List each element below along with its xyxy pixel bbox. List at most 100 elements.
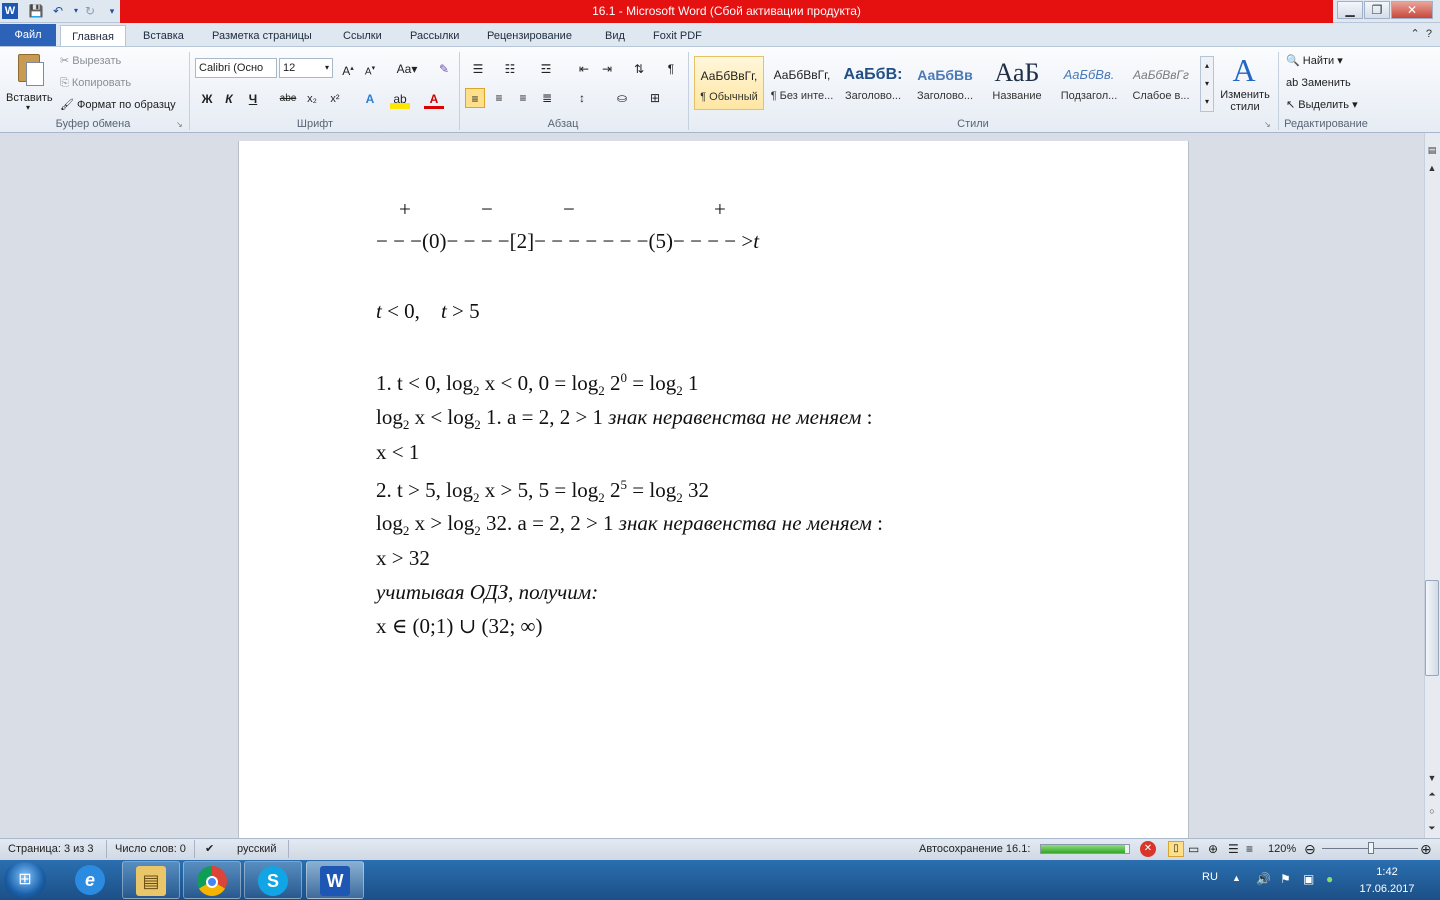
line-spacing-icon[interactable]: ↕ bbox=[572, 88, 592, 108]
clear-formatting-icon[interactable]: ✎ bbox=[434, 59, 454, 79]
font-size-select[interactable]: 12 ▾ bbox=[279, 58, 333, 78]
styles-gallery-scroll[interactable]: ▴ ▾ ▾ bbox=[1200, 56, 1214, 112]
scrollbar-thumb[interactable] bbox=[1425, 580, 1439, 676]
pilcrow-icon[interactable]: ¶ bbox=[661, 59, 681, 79]
paste-dropdown-icon[interactable]: ▾ bbox=[26, 103, 30, 112]
tab-home[interactable]: Главная bbox=[60, 25, 126, 47]
network-icon[interactable]: ▣ bbox=[1303, 872, 1314, 886]
style-title[interactable]: АаБ Название bbox=[982, 56, 1052, 110]
start-button[interactable]: ⊞ bbox=[4, 862, 46, 898]
justify-icon[interactable]: ≣ bbox=[537, 88, 557, 108]
numbering-icon[interactable]: ☷ bbox=[500, 59, 520, 79]
find-button[interactable]: 🔍 Найти ▾ bbox=[1286, 52, 1343, 70]
previous-page-icon[interactable]: ⏶ bbox=[1425, 787, 1439, 801]
change-styles-icon[interactable]: A bbox=[1226, 52, 1262, 88]
subscript-button[interactable]: x₂ bbox=[302, 89, 322, 109]
replace-button[interactable]: ab Заменить bbox=[1286, 74, 1351, 92]
align-left-icon[interactable]: ≡ bbox=[465, 88, 485, 108]
page-counter[interactable]: Страница: 3 из 3 bbox=[8, 842, 94, 856]
tab-mailings[interactable]: Рассылки bbox=[401, 25, 468, 47]
style-subtitle[interactable]: АаБбВв. Подзагол... bbox=[1054, 56, 1124, 110]
paste-icon[interactable] bbox=[14, 52, 46, 90]
sort-icon[interactable]: ⇅ bbox=[629, 59, 649, 79]
multilevel-list-icon[interactable]: ☲ bbox=[536, 59, 556, 79]
taskbar-skype[interactable]: S bbox=[244, 861, 302, 899]
style-heading-1[interactable]: АаБбВ: Заголово... bbox=[838, 56, 908, 110]
language-indicator[interactable]: русский bbox=[237, 842, 276, 856]
show-hidden-icons-icon[interactable]: ▲ bbox=[1232, 873, 1241, 883]
tab-foxit-pdf[interactable]: Foxit PDF bbox=[644, 25, 711, 47]
superscript-button[interactable]: x² bbox=[325, 89, 345, 109]
decrease-indent-icon[interactable]: ⇤ bbox=[574, 59, 594, 79]
dialog-launcher-icon[interactable]: ↘ bbox=[1264, 120, 1271, 129]
select-button[interactable]: ↖ Выделить ▾ bbox=[1286, 96, 1358, 114]
shading-icon[interactable]: ⛀ bbox=[612, 88, 632, 108]
strikethrough-button[interactable]: abe bbox=[278, 89, 298, 109]
volume-icon[interactable]: 🔊 bbox=[1256, 872, 1271, 886]
clock-time[interactable]: 1:42 bbox=[1360, 866, 1414, 878]
word-count[interactable]: Число слов: 0 bbox=[115, 842, 186, 856]
dialog-launcher-icon[interactable]: ↘ bbox=[176, 120, 183, 129]
tab-view[interactable]: Вид bbox=[596, 25, 634, 47]
tray-app-icon[interactable]: ● bbox=[1326, 872, 1333, 886]
full-screen-reading-icon[interactable]: ▭ bbox=[1188, 842, 1199, 856]
font-name-select[interactable]: Calibri (Осно bbox=[195, 58, 277, 78]
bullets-icon[interactable]: ☰ bbox=[468, 59, 488, 79]
save-icon[interactable]: 💾 bbox=[28, 3, 44, 19]
flag-icon[interactable]: ⚑ bbox=[1280, 872, 1291, 886]
draft-view-icon[interactable]: ≡ bbox=[1246, 842, 1253, 856]
align-right-icon[interactable]: ≡ bbox=[513, 88, 533, 108]
style-heading-2[interactable]: АаБбВв Заголово... bbox=[910, 56, 980, 110]
increase-indent-icon[interactable]: ⇥ bbox=[597, 59, 617, 79]
minimize-button[interactable]: ▁ bbox=[1337, 1, 1363, 19]
tab-review[interactable]: Рецензирование bbox=[478, 25, 581, 47]
zoom-in-icon[interactable]: ⊕ bbox=[1420, 842, 1432, 856]
browse-object-icon[interactable]: ○ bbox=[1425, 804, 1439, 818]
vertical-scrollbar[interactable] bbox=[1424, 133, 1440, 838]
zoom-slider-thumb[interactable] bbox=[1368, 842, 1374, 854]
customize-quick-access-icon[interactable]: ▾ bbox=[104, 3, 120, 19]
style-no-spacing[interactable]: АаБбВвГг, ¶ Без инте... bbox=[767, 56, 837, 110]
font-color-icon[interactable]: A bbox=[424, 89, 444, 109]
clock-date[interactable]: 17.06.2017 bbox=[1356, 883, 1418, 895]
taskbar-internet-explorer[interactable]: e bbox=[62, 861, 120, 899]
change-styles-button[interactable]: Изменить стили bbox=[1216, 89, 1274, 113]
shrink-font-button[interactable]: A▾ bbox=[360, 59, 380, 79]
ruler-toggle-icon[interactable]: ▤ bbox=[1425, 143, 1439, 157]
grow-font-button[interactable]: A▴ bbox=[338, 59, 358, 79]
italic-button[interactable]: К bbox=[219, 89, 239, 109]
taskbar-explorer[interactable]: ▤ bbox=[122, 861, 180, 899]
zoom-out-icon[interactable]: ⊖ bbox=[1304, 842, 1316, 856]
text-effects-icon[interactable]: A bbox=[360, 89, 380, 109]
outline-view-icon[interactable]: ☰ bbox=[1228, 842, 1239, 856]
maximize-button[interactable]: ❐ bbox=[1364, 1, 1390, 19]
format-painter-button[interactable]: 🖌 Формат по образцу bbox=[60, 96, 176, 114]
word-app-icon[interactable]: W bbox=[2, 3, 18, 19]
cut-button[interactable]: ✂ Вырезать bbox=[60, 52, 121, 70]
tab-references[interactable]: Ссылки bbox=[334, 25, 391, 47]
tab-insert[interactable]: Вставка bbox=[134, 25, 193, 47]
ribbon-help-icons[interactable]: ⌃ ? bbox=[1411, 27, 1432, 40]
bold-button[interactable]: Ж bbox=[197, 89, 217, 109]
close-button[interactable]: ✕ bbox=[1391, 1, 1433, 19]
redo-icon[interactable]: ↻ bbox=[82, 3, 98, 19]
copy-button[interactable]: ⎘ Копировать bbox=[60, 74, 131, 92]
input-language[interactable]: RU bbox=[1202, 871, 1218, 883]
taskbar-chrome[interactable] bbox=[183, 861, 241, 899]
cancel-autosave-icon[interactable]: ✕ bbox=[1140, 841, 1156, 857]
tab-page-layout[interactable]: Разметка страницы bbox=[203, 25, 321, 47]
change-case-button[interactable]: Aa▾ bbox=[394, 59, 420, 79]
highlight-icon[interactable]: ab bbox=[390, 89, 410, 109]
borders-icon[interactable]: ⊞ bbox=[645, 88, 665, 108]
spellcheck-icon[interactable]: ✔ bbox=[205, 842, 214, 856]
style-subtle-emphasis[interactable]: АаБбВвГг Слабое в... bbox=[1126, 56, 1196, 110]
tab-file[interactable]: Файл bbox=[0, 24, 56, 47]
web-layout-icon[interactable]: ⊕ bbox=[1208, 842, 1218, 856]
print-layout-view-icon[interactable]: ▯ bbox=[1168, 841, 1184, 857]
taskbar-word[interactable]: W bbox=[306, 861, 364, 899]
undo-icon[interactable]: ↶ bbox=[50, 3, 66, 19]
align-center-icon[interactable]: ≡ bbox=[489, 88, 509, 108]
style-normal[interactable]: АаБбВвГг, ¶ Обычный bbox=[694, 56, 764, 110]
underline-button[interactable]: Ч bbox=[243, 89, 263, 109]
scroll-up-icon[interactable]: ▲ bbox=[1425, 161, 1439, 175]
